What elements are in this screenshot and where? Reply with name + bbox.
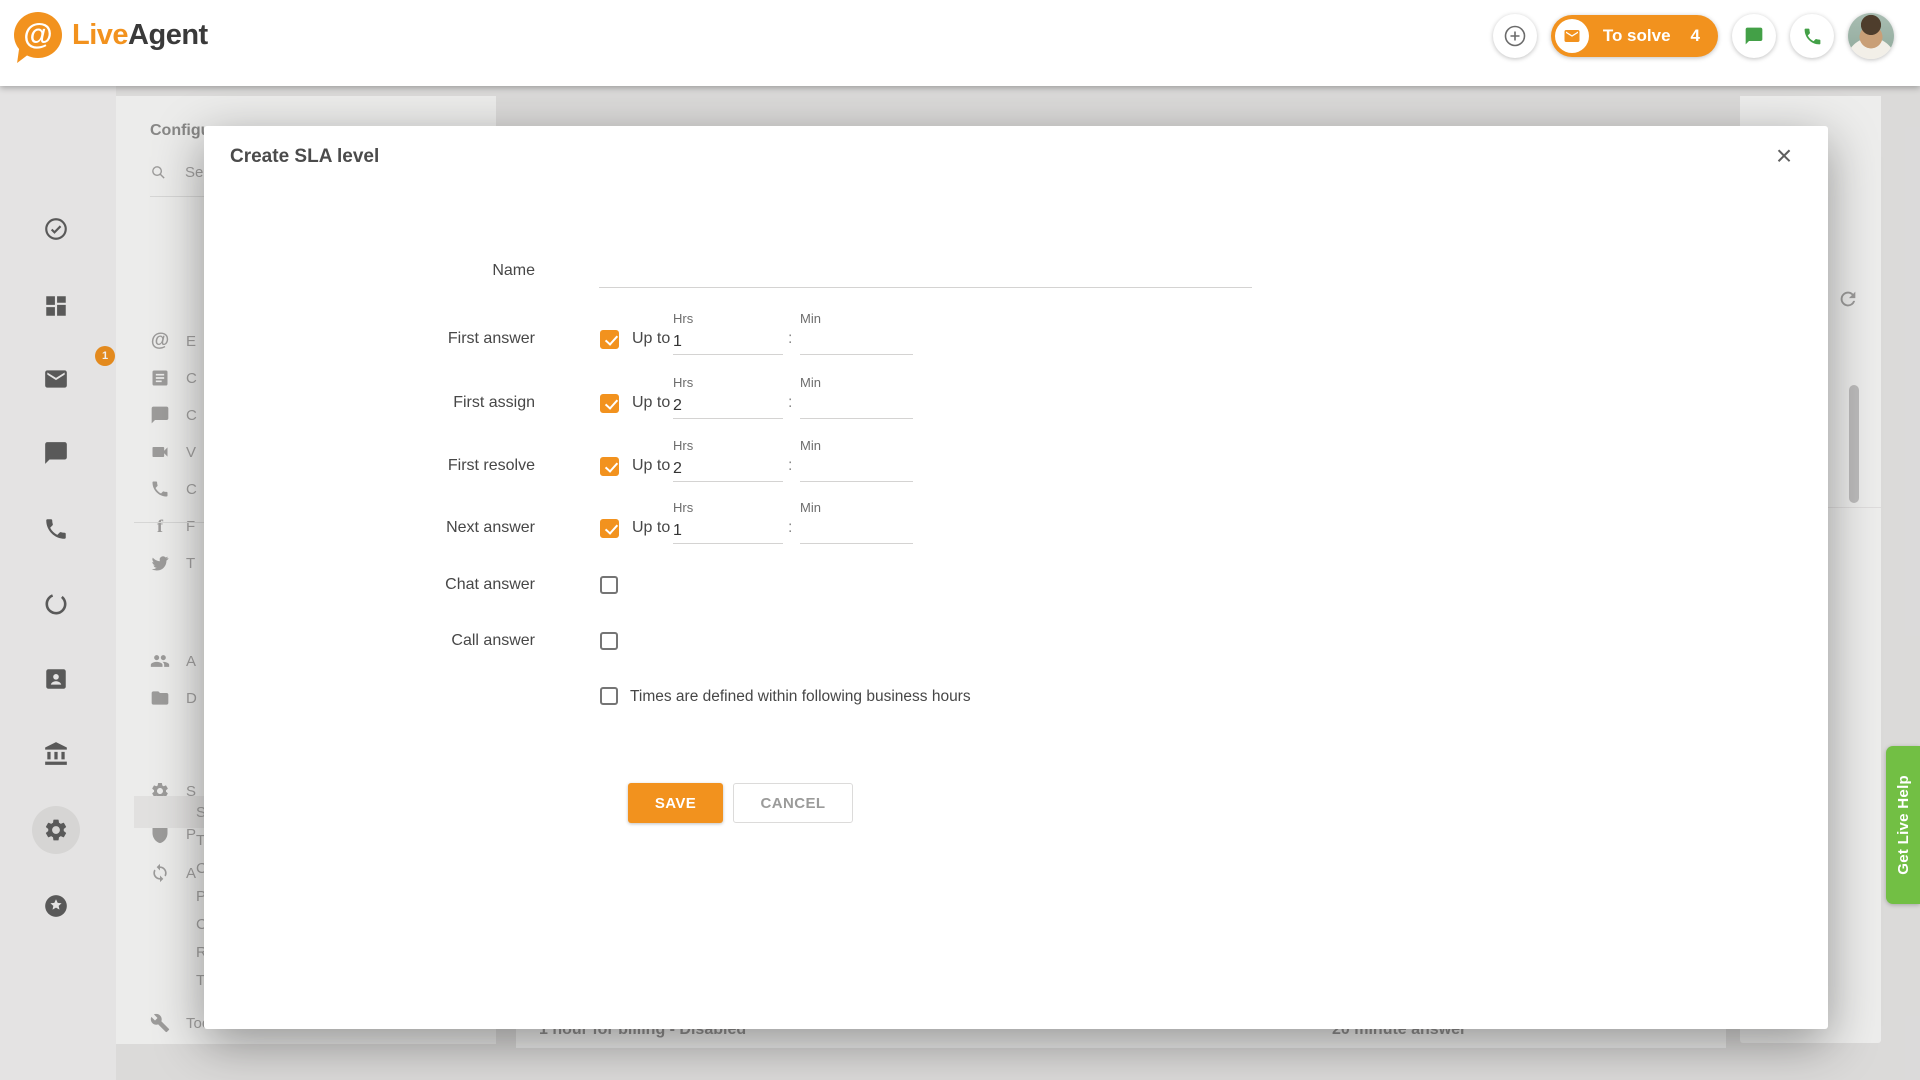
first-resolve-min-input[interactable] [800,456,913,482]
to-solve-label: To solve [1603,26,1671,46]
hrs-label: Hrs [673,438,783,456]
first-resolve-row: First resolve Up to Hrs : Min [204,438,1828,484]
colon-separator: : [788,394,792,412]
to-solve-button[interactable]: To solve 4 [1551,15,1718,57]
chat-answer-row: Chat answer [204,566,1828,606]
first-assign-min-input[interactable] [800,393,913,419]
min-label: Min [800,500,913,518]
chat-answer-checkbox[interactable] [600,576,618,594]
upto-label: Up to [632,394,670,412]
header-actions: To solve 4 [1493,13,1894,59]
envelope-icon [1555,19,1589,53]
next-answer-row: Next answer Up to Hrs : Min [204,500,1828,546]
business-hours-checkbox[interactable] [600,687,618,705]
modal-buttons: SAVE CANCEL [204,783,1828,823]
min-field: Min [800,438,913,482]
name-label: Name [300,262,535,280]
first-answer-min-input[interactable] [800,329,913,355]
logo-text: LiveAgent [72,19,208,52]
row-label: Call answer [300,632,535,650]
hrs-label: Hrs [673,500,783,518]
modal-title: Create SLA level [230,146,379,168]
upto-label: Up to [632,519,670,537]
phone-icon [1802,26,1823,47]
name-row: Name [204,246,1828,292]
min-field: Min [800,375,913,419]
app-root: 1 Configu [0,0,1920,1080]
row-label: Chat answer [300,576,535,594]
colon-separator: : [788,457,792,475]
row-label: First resolve [300,457,535,475]
next-answer-min-input[interactable] [800,518,913,544]
first-answer-row: First answer Up to Hrs : Min [204,311,1828,357]
first-assign-checkbox[interactable] [600,394,619,413]
plus-circle-icon [1503,24,1527,48]
min-label: Min [800,311,913,329]
first-resolve-checkbox[interactable] [600,457,619,476]
upto-label: Up to [632,330,670,348]
liveagent-logo[interactable]: @ LiveAgent [14,12,208,58]
get-live-help-tab[interactable]: Get Live Help [1886,746,1920,904]
business-hours-row: Times are defined within following busin… [204,684,1828,714]
hrs-field: Hrs [673,438,783,482]
row-label: First answer [300,330,535,348]
min-field: Min [800,500,913,544]
logo-bubble-icon: @ [14,12,62,58]
hrs-field: Hrs [673,311,783,355]
hrs-label: Hrs [673,311,783,329]
name-input[interactable] [599,262,1252,288]
hrs-field: Hrs [673,375,783,419]
colon-separator: : [788,330,792,348]
first-assign-hrs-input[interactable] [673,393,783,419]
to-solve-count: 4 [1691,26,1700,46]
next-answer-hrs-input[interactable] [673,518,783,544]
calls-button[interactable] [1790,14,1834,58]
upto-label: Up to [632,457,670,475]
hrs-label: Hrs [673,375,783,393]
row-label: Next answer [300,519,535,537]
top-header: @ LiveAgent To solve 4 [0,0,1920,86]
next-answer-checkbox[interactable] [600,519,619,538]
user-avatar[interactable] [1848,13,1894,59]
first-answer-hrs-input[interactable] [673,329,783,355]
hrs-field: Hrs [673,500,783,544]
create-sla-level-modal: Create SLA level × Name First answer Up … [204,126,1828,1029]
call-answer-row: Call answer [204,622,1828,662]
call-answer-checkbox[interactable] [600,632,618,650]
min-label: Min [800,438,913,456]
close-icon[interactable]: × [1766,138,1802,174]
add-button[interactable] [1493,14,1537,58]
get-live-help-label: Get Live Help [1895,775,1912,875]
colon-separator: : [788,519,792,537]
min-label: Min [800,375,913,393]
chat-bubble-icon [1744,26,1764,46]
row-label: First assign [300,394,535,412]
first-resolve-hrs-input[interactable] [673,456,783,482]
business-hours-label: Times are defined within following busin… [630,688,971,706]
min-field: Min [800,311,913,355]
chats-button[interactable] [1732,14,1776,58]
cancel-button[interactable]: CANCEL [733,783,853,823]
save-button[interactable]: SAVE [628,783,723,823]
first-answer-checkbox[interactable] [600,330,619,349]
first-assign-row: First assign Up to Hrs : Min [204,375,1828,421]
